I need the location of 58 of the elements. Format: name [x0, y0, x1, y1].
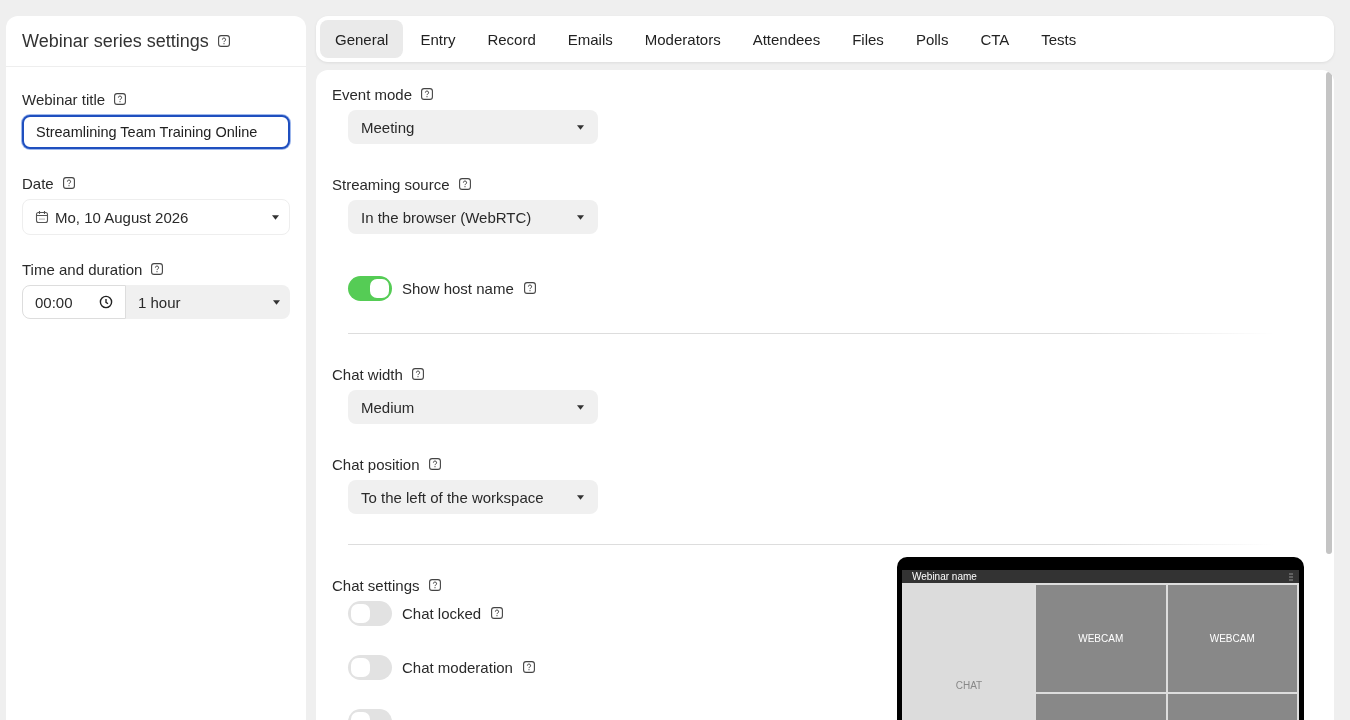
caret-icon — [577, 404, 584, 410]
time-input[interactable]: 00:00 — [22, 285, 126, 319]
help-icon[interactable] — [491, 607, 504, 619]
scrollbar[interactable] — [1326, 72, 1332, 554]
field-label: Chat settings — [332, 576, 420, 594]
tab[interactable]: Emails — [552, 20, 628, 58]
tab[interactable]: Moderators — [629, 20, 736, 58]
toggle-label: Chat locked — [402, 604, 482, 622]
toggle-switch[interactable] — [348, 600, 392, 626]
webcam-tile: WEBCAM — [1167, 585, 1297, 692]
dropdown[interactable]: Meeting — [348, 110, 598, 144]
help-icon[interactable] — [217, 35, 230, 47]
help-icon[interactable] — [114, 93, 127, 105]
field-label: Event mode — [332, 85, 413, 103]
field-label: Time and duration — [22, 260, 143, 278]
help-icon[interactable] — [458, 178, 471, 190]
help-icon[interactable] — [522, 661, 535, 673]
caret-icon — [577, 214, 584, 220]
dropdown[interactable]: In the browser (WebRTC) — [348, 200, 598, 234]
toggle-switch[interactable] — [348, 275, 392, 301]
sidebar-title: Webinar series settings — [22, 30, 209, 52]
toggle-label: Chat moderation — [402, 658, 513, 676]
toggle-switch[interactable] — [348, 654, 392, 680]
preview-title: Webinar name — [912, 571, 977, 582]
clock-icon — [99, 295, 113, 309]
duration-select[interactable]: 1 hour — [126, 285, 290, 319]
help-icon[interactable] — [523, 282, 536, 294]
tab[interactable]: CTA — [965, 20, 1025, 58]
tab[interactable]: Tests — [1026, 20, 1092, 58]
help-icon[interactable] — [411, 368, 424, 380]
date-picker[interactable]: Mo, 10 August 2026 — [22, 199, 290, 235]
tab[interactable]: General — [320, 20, 404, 58]
toggle-label: Show host name — [402, 279, 514, 297]
tab[interactable]: Polls — [900, 20, 964, 58]
field-label: Chat position — [332, 455, 420, 473]
title-input[interactable]: Streamlining Team Training Online — [22, 115, 290, 149]
dropdown[interactable]: Medium — [348, 390, 598, 424]
tab[interactable]: Files — [837, 20, 899, 58]
field-label: Streaming source — [332, 175, 450, 193]
caret-icon — [272, 214, 279, 220]
help-icon[interactable] — [421, 88, 434, 100]
field-label: Webinar title — [22, 90, 106, 108]
field-label: Date — [22, 174, 54, 192]
help-icon[interactable] — [62, 177, 75, 189]
field-label: Chat width — [332, 365, 403, 383]
help-icon[interactable] — [428, 458, 441, 470]
dropdown[interactable]: To the left of the workspace — [348, 480, 598, 514]
caret-icon — [273, 299, 280, 305]
tab[interactable]: Record — [472, 20, 551, 58]
calendar-icon — [35, 210, 49, 224]
webcam-tile: WEBCAM — [1036, 585, 1166, 692]
help-icon[interactable] — [151, 263, 164, 275]
menu-icon — [1289, 572, 1293, 581]
caret-icon — [577, 494, 584, 500]
caret-icon — [577, 124, 584, 130]
help-icon[interactable] — [428, 579, 441, 591]
tab[interactable]: Entry — [405, 20, 471, 58]
tab[interactable]: Attendees — [737, 20, 836, 58]
